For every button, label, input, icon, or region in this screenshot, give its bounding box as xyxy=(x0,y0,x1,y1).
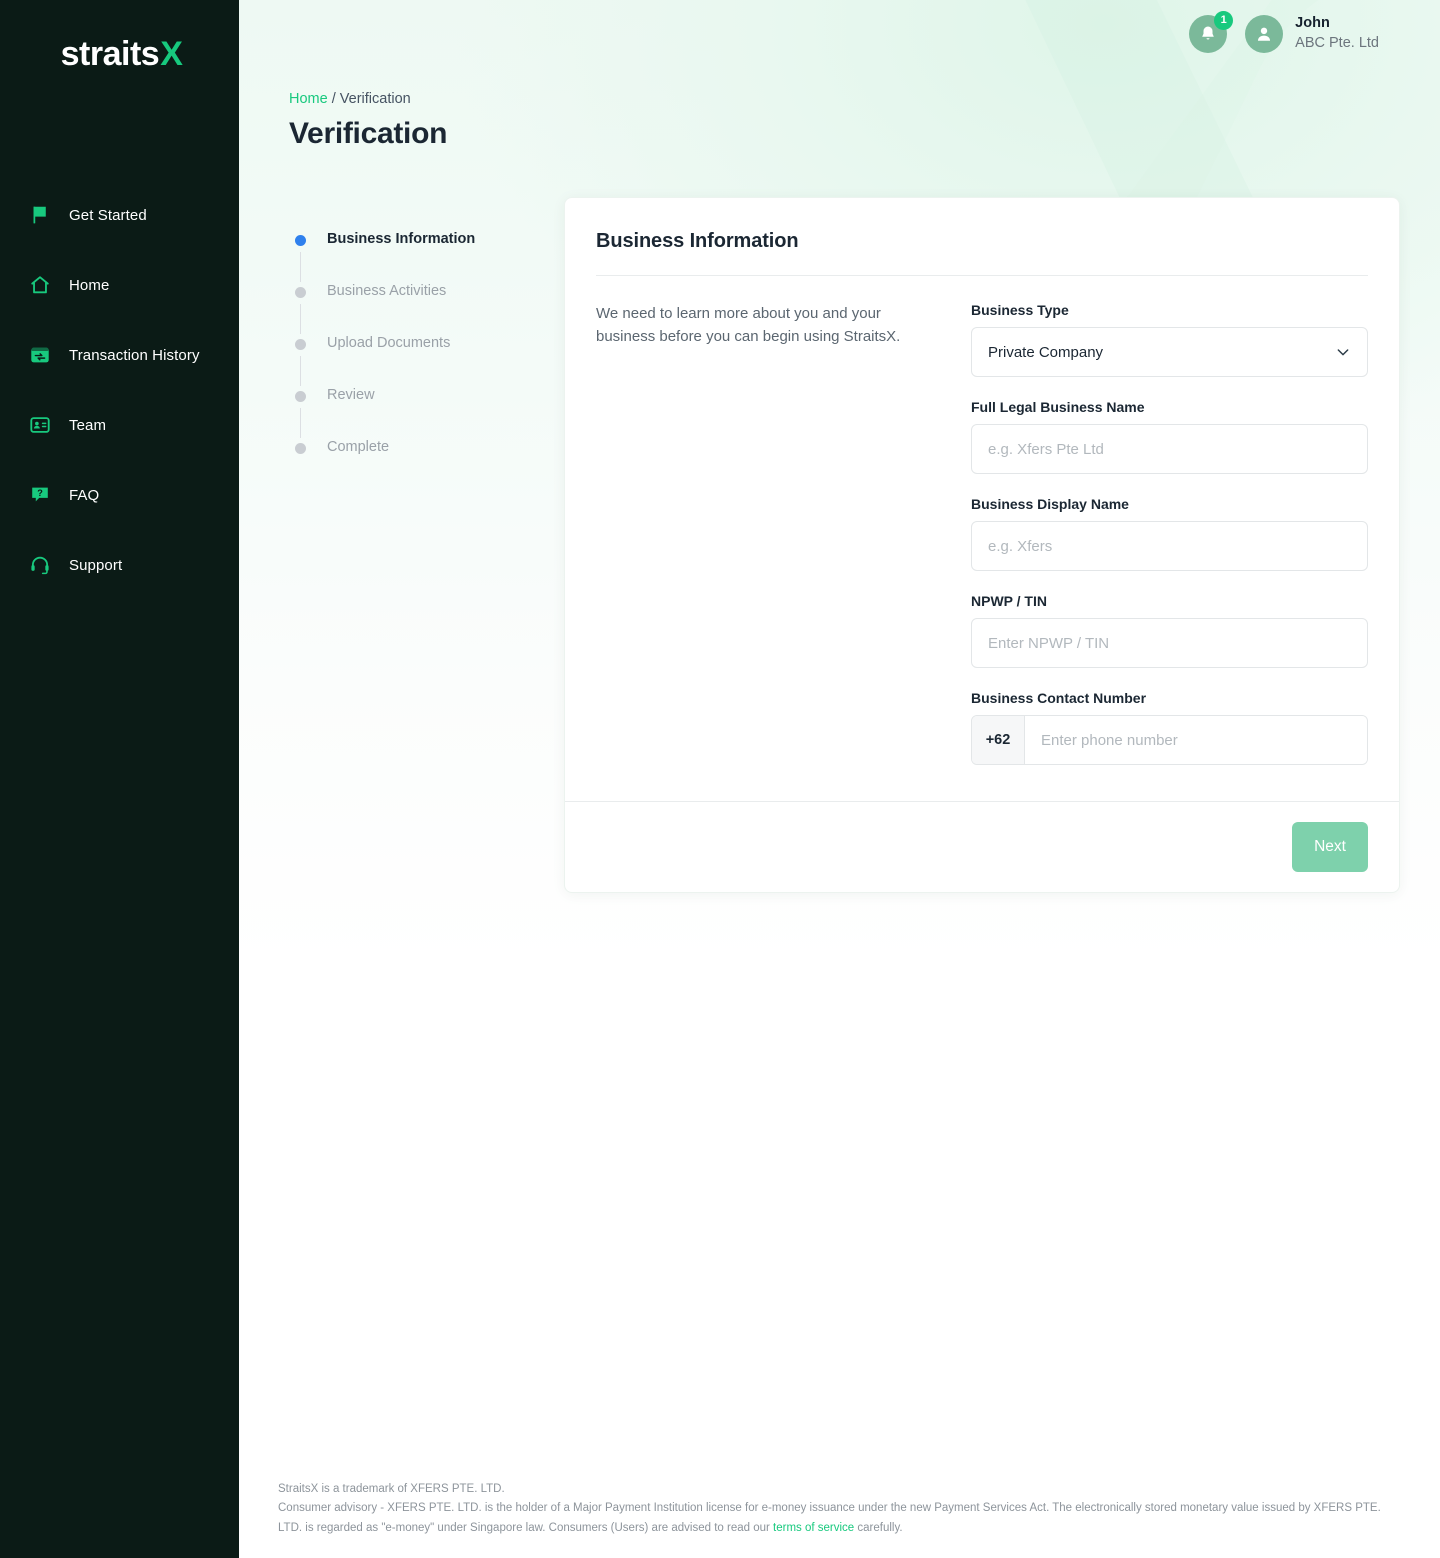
country-code-selector[interactable]: +62 xyxy=(972,716,1025,764)
field-business-display-name: Business Display Name xyxy=(971,496,1368,571)
step-label: Upload Documents xyxy=(327,335,451,351)
page-title: Verification xyxy=(289,117,448,150)
field-npwp-tin: NPWP / TIN xyxy=(971,593,1368,668)
business-type-select[interactable]: Private Company xyxy=(971,327,1368,377)
flag-icon xyxy=(27,202,53,228)
next-button[interactable]: Next xyxy=(1292,822,1368,872)
breadcrumb-separator: / xyxy=(327,91,340,107)
sidebar-item-label: FAQ xyxy=(69,486,100,504)
stepper-step-business-information[interactable]: Business Information xyxy=(289,231,564,283)
verification-stepper: Business Information Business Activities xyxy=(289,197,564,893)
step-dot xyxy=(294,287,306,298)
step-connector xyxy=(299,252,301,282)
business-display-name-input[interactable] xyxy=(971,521,1368,571)
avatar[interactable] xyxy=(1245,14,1284,53)
phone-number-input[interactable] xyxy=(1025,716,1367,764)
svg-text:?: ? xyxy=(37,488,43,498)
stepper-step-upload-documents[interactable]: Upload Documents xyxy=(289,335,564,387)
sidebar-item-label: Transaction History xyxy=(69,346,200,364)
npwp-tin-input[interactable] xyxy=(971,618,1368,668)
sidebar-item-support[interactable]: Support xyxy=(0,530,239,600)
user-avatar-icon xyxy=(1258,27,1271,41)
step-dot xyxy=(294,235,306,246)
logo-x-mark: X xyxy=(160,35,183,73)
step-label: Review xyxy=(327,387,375,403)
sidebar-item-label: Home xyxy=(69,276,110,294)
footer-trademark-line: StraitsX is a trademark of XFERS PTE. LT… xyxy=(278,1482,505,1495)
field-business-contact-number: Business Contact Number +62 xyxy=(971,690,1368,765)
full-legal-business-name-input[interactable] xyxy=(971,424,1368,474)
field-label: Business Display Name xyxy=(971,496,1129,512)
sidebar-item-get-started[interactable]: Get Started xyxy=(0,180,239,250)
card-footer: Next xyxy=(565,801,1399,892)
sidebar-item-label: Team xyxy=(69,416,107,434)
step-connector xyxy=(299,356,301,386)
sidebar-item-transaction-history[interactable]: Transaction History xyxy=(0,320,239,390)
user-info[interactable]: John ABC Pte. Ltd xyxy=(1295,14,1379,53)
field-label: Business Contact Number xyxy=(971,690,1147,706)
step-marker xyxy=(289,231,311,282)
user-org: ABC Pte. Ltd xyxy=(1295,34,1379,51)
business-information-card: Business Information We need to learn mo… xyxy=(564,197,1400,893)
stepper-step-business-activities[interactable]: Business Activities xyxy=(289,283,564,335)
field-full-legal-business-name: Full Legal Business Name xyxy=(971,399,1368,474)
footer-advisory-text-b: carefully. xyxy=(854,1522,903,1535)
logo-text: straits xyxy=(60,35,160,73)
field-label: Business Type xyxy=(971,302,1069,318)
sidebar: straits X Get Started Home Transaction H… xyxy=(0,0,239,1558)
business-type-select-wrap: Private Company xyxy=(971,327,1368,377)
user-name: John xyxy=(1295,15,1330,31)
card-intro-text: We need to learn more about you and your… xyxy=(596,305,901,346)
brand-logo[interactable]: straits X xyxy=(0,0,239,108)
field-business-type: Business Type Private Company xyxy=(971,302,1368,377)
field-label: Full Legal Business Name xyxy=(971,399,1145,415)
breadcrumb: Home / Verification xyxy=(289,91,1440,107)
field-label: NPWP / TIN xyxy=(971,593,1047,609)
stepper-step-review[interactable]: Review xyxy=(289,387,564,439)
breadcrumb-home-link[interactable]: Home xyxy=(289,91,328,107)
card-title: Business Information xyxy=(596,230,799,252)
app-root: straits X Get Started Home Transaction H… xyxy=(0,0,1440,1558)
sidebar-item-label: Support xyxy=(69,556,123,574)
step-marker xyxy=(289,283,311,334)
content-area: Home / Verification Verification Busines… xyxy=(239,91,1440,893)
stepper-step-complete[interactable]: Complete xyxy=(289,439,564,456)
sidebar-item-team[interactable]: Team xyxy=(0,390,239,460)
step-connector xyxy=(299,408,301,438)
card-body: We need to learn more about you and your… xyxy=(565,276,1399,801)
notification-badge: 1 xyxy=(1214,10,1234,30)
step-marker xyxy=(289,335,311,386)
card-form-column: Business Type Private Company Full Legal… xyxy=(971,302,1368,765)
main-content: 1 John ABC Pte. Ltd Home / Verification … xyxy=(239,0,1440,1558)
step-label: Complete xyxy=(327,439,390,455)
card-intro-column: We need to learn more about you and your… xyxy=(596,302,971,765)
legal-footer: StraitsX is a trademark of XFERS PTE. LT… xyxy=(278,1480,1408,1539)
step-label: Business Activities xyxy=(327,283,447,299)
support-headset-icon xyxy=(27,552,53,578)
footer-advisory-line: Consumer advisory - XFERS PTE. LTD. is t… xyxy=(278,1499,1408,1539)
topbar: 1 John ABC Pte. Ltd xyxy=(1189,10,1379,53)
sidebar-item-faq[interactable]: ? FAQ xyxy=(0,460,239,530)
home-icon xyxy=(27,272,53,298)
step-dot xyxy=(294,443,306,454)
team-icon xyxy=(27,412,53,438)
step-dot xyxy=(294,391,306,402)
step-connector xyxy=(299,304,301,334)
breadcrumb-current: Verification xyxy=(339,91,411,107)
card-header: Business Information xyxy=(565,198,1399,253)
step-marker xyxy=(289,439,311,454)
faq-icon: ? xyxy=(27,482,53,508)
step-label: Business Information xyxy=(327,231,476,247)
terms-of-service-link[interactable]: terms of service xyxy=(773,1522,854,1534)
sidebar-nav: Get Started Home Transaction History Tea… xyxy=(0,180,239,600)
verification-layout: Business Information Business Activities xyxy=(289,197,1440,893)
step-dot xyxy=(294,339,306,350)
sidebar-item-label: Get Started xyxy=(69,206,147,224)
transaction-history-icon xyxy=(27,342,53,368)
step-marker xyxy=(289,387,311,438)
notifications-button[interactable]: 1 xyxy=(1189,10,1234,53)
phone-input-group: +62 xyxy=(971,715,1368,765)
sidebar-item-home[interactable]: Home xyxy=(0,250,239,320)
